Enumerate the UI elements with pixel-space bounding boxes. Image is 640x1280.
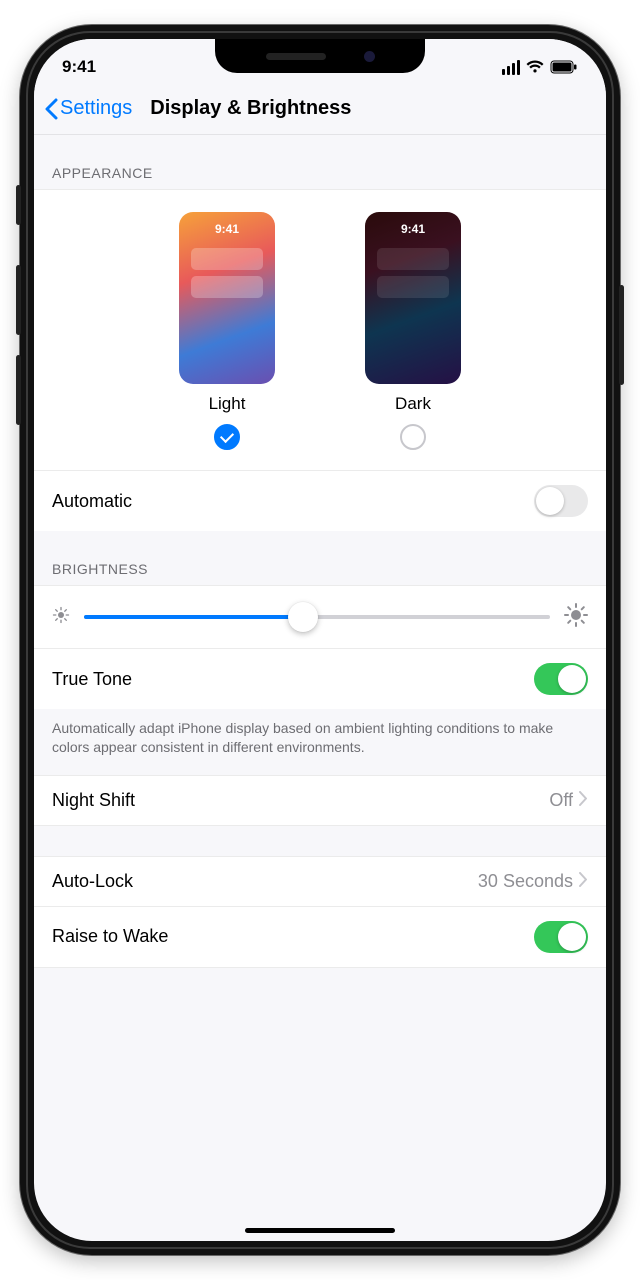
light-preview: 9:41 <box>179 212 275 384</box>
chevron-left-icon <box>44 98 58 120</box>
appearance-selector: 9:41 Light 9:41 Dark <box>34 189 606 470</box>
back-button[interactable]: Settings <box>44 97 132 120</box>
true-tone-note: Automatically adapt iPhone display based… <box>34 709 606 775</box>
true-tone-row[interactable]: True Tone <box>34 648 606 709</box>
sun-large-icon <box>564 603 588 632</box>
auto-lock-row[interactable]: Auto-Lock 30 Seconds <box>34 856 606 906</box>
page-title: Display & Brightness <box>150 97 351 120</box>
dark-radio[interactable] <box>400 424 426 450</box>
brightness-header: BRIGHTNESS <box>34 531 606 585</box>
brightness-slider-row <box>34 585 606 648</box>
raise-to-wake-toggle[interactable] <box>534 921 588 953</box>
appearance-header: APPEARANCE <box>34 135 606 189</box>
light-radio[interactable] <box>214 424 240 450</box>
automatic-label: Automatic <box>52 491 132 512</box>
back-label: Settings <box>60 97 132 120</box>
home-indicator[interactable] <box>245 1228 395 1233</box>
chevron-right-icon <box>579 871 588 892</box>
night-shift-row[interactable]: Night Shift Off <box>34 775 606 826</box>
true-tone-label: True Tone <box>52 669 132 690</box>
automatic-toggle[interactable] <box>534 485 588 517</box>
theme-option-dark[interactable]: 9:41 Dark <box>365 212 461 450</box>
nav-bar: Settings Display & Brightness <box>34 89 606 135</box>
battery-icon <box>550 60 578 74</box>
true-tone-toggle[interactable] <box>534 663 588 695</box>
dark-preview: 9:41 <box>365 212 461 384</box>
automatic-row[interactable]: Automatic <box>34 470 606 531</box>
auto-lock-label: Auto-Lock <box>52 871 133 892</box>
chevron-right-icon <box>579 790 588 811</box>
wifi-icon <box>526 60 544 74</box>
brightness-slider[interactable] <box>84 602 550 632</box>
light-label: Light <box>209 394 246 414</box>
raise-to-wake-row[interactable]: Raise to Wake <box>34 906 606 968</box>
raise-to-wake-label: Raise to Wake <box>52 926 168 947</box>
theme-option-light[interactable]: 9:41 Light <box>179 212 275 450</box>
cellular-icon <box>502 60 520 75</box>
status-time: 9:41 <box>62 57 96 77</box>
night-shift-value: Off <box>549 790 573 811</box>
night-shift-label: Night Shift <box>52 790 135 811</box>
dark-label: Dark <box>395 394 431 414</box>
auto-lock-value: 30 Seconds <box>478 871 573 892</box>
sun-small-icon <box>52 606 70 629</box>
